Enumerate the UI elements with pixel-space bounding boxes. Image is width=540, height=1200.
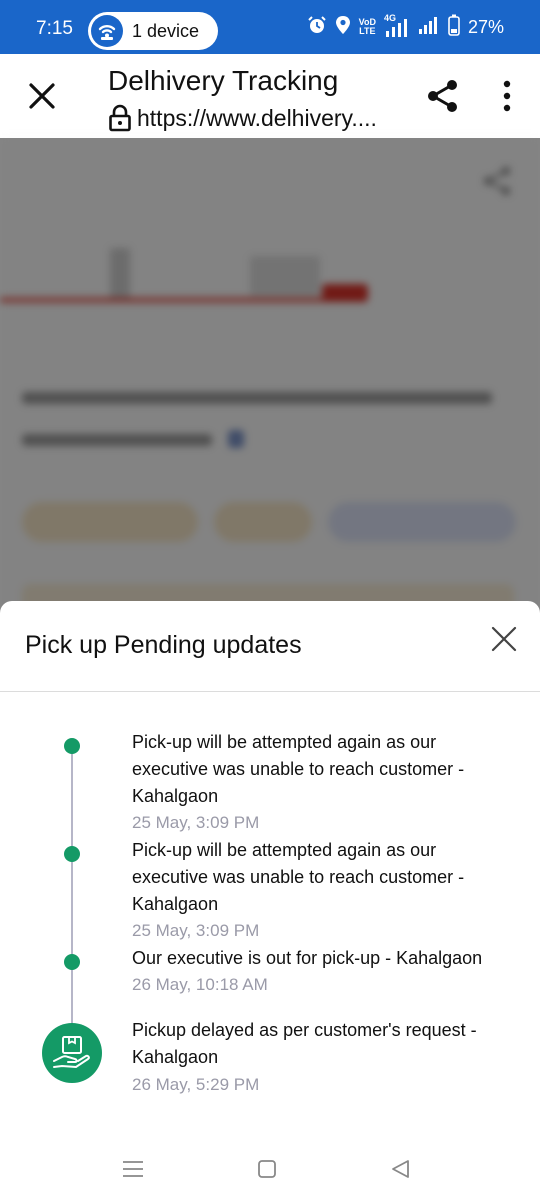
timeline-dot [64,738,80,754]
recents-icon[interactable] [118,1154,148,1184]
close-icon[interactable] [490,625,518,653]
sheet-divider [0,691,540,692]
back-icon[interactable] [386,1154,416,1184]
system-nav-bar [0,1140,540,1200]
device-count-label: 1 device [132,21,200,41]
volte-icon: VoD LTE [359,18,376,36]
signal-icon-2 [418,15,440,40]
wifi-share-icon [91,15,123,47]
timeline-line [71,745,73,1031]
share-icon[interactable] [424,76,462,116]
update-text: Our executive is out for pick-up - Kahal… [132,948,483,968]
network-type-label: 4G [383,13,396,23]
network-label-bottom: LTE [359,26,376,36]
battery-icon [448,14,460,41]
update-time: 26 May, 5:29 PM [132,1075,260,1094]
update-time: 26 May, 10:18 AM [132,975,268,994]
package-hand-icon [42,1023,102,1083]
update-text: Pick-up will be attempted again as our e… [132,732,465,806]
timeline-dot [64,954,80,970]
status-bar: 7:15 1 device VoD LTE 4G 27% [0,0,540,54]
status-time: 7:15 [36,18,73,39]
signal-icon: 4G [383,13,410,38]
pickup-updates-sheet: Pick up Pending updates Pick-up will be … [0,601,540,1200]
home-icon[interactable] [252,1154,282,1184]
sheet-title: Pick up Pending updates [25,631,302,659]
battery-percent: 27% [467,16,504,37]
update-time: 25 May, 3:09 PM [132,921,260,940]
location-icon [335,15,351,40]
lock-icon [108,104,132,132]
update-text: Pick-up will be attempted again as our e… [132,840,465,914]
more-vert-icon[interactable] [495,78,519,114]
update-text: Pickup delayed as per customer's request… [132,1020,477,1067]
alarm-icon [307,15,327,40]
close-icon[interactable] [22,76,62,116]
page-url: https://www.delhivery.... [137,105,377,131]
page-title: Delhivery Tracking [108,65,339,96]
timeline-dot [64,846,80,862]
update-time: 25 May, 3:09 PM [132,813,260,832]
browser-toolbar: Delhivery Tracking https://www.delhivery… [0,54,540,138]
url-row[interactable]: https://www.delhivery.... [108,104,408,132]
device-share-pill[interactable]: 1 device [88,12,218,50]
